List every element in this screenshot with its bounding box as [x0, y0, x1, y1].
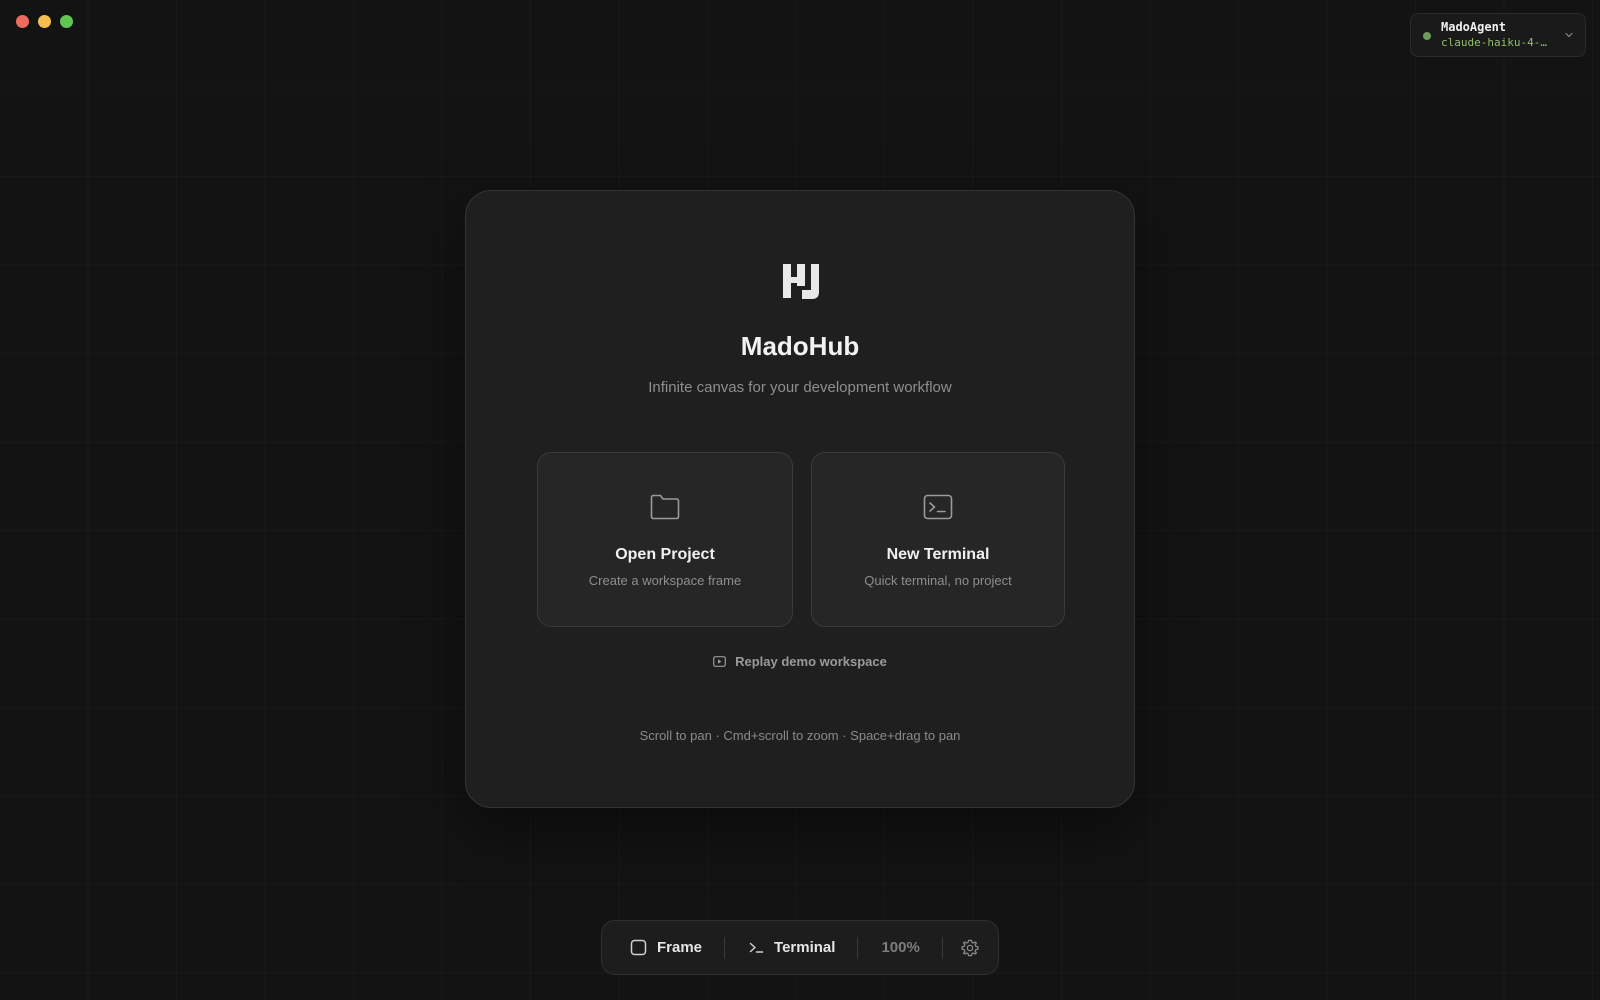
toolbar-divider: [724, 936, 726, 959]
app-title: MadoHub: [740, 331, 860, 361]
terminal-label: Terminal: [774, 939, 836, 956]
agent-selector[interactable]: MadoAgent claude-haiku-4-…: [1410, 13, 1586, 57]
frame-icon: [630, 939, 647, 956]
app-subtitle: Infinite canvas for your development wor…: [648, 379, 952, 396]
agent-model: claude-haiku-4-…: [1441, 35, 1547, 49]
gear-icon[interactable]: [960, 938, 980, 958]
replay-demo-label: Replay demo workspace: [735, 654, 887, 669]
terminal-button[interactable]: Terminal: [749, 939, 835, 956]
welcome-card: MadoHub Infinite canvas for your develop…: [465, 190, 1135, 808]
new-terminal-description: Quick terminal, no project: [864, 573, 1012, 588]
new-terminal-button[interactable]: New Terminal Quick terminal, no project: [811, 452, 1065, 627]
chevron-down-icon: [1565, 32, 1573, 38]
frame-button[interactable]: Frame: [630, 939, 702, 956]
replay-demo-link[interactable]: Replay demo workspace: [466, 654, 1134, 669]
bottom-toolbar: Frame Terminal 100%: [601, 920, 999, 975]
new-terminal-title: New Terminal: [886, 546, 990, 563]
agent-status-dot: [1423, 32, 1431, 40]
open-project-button[interactable]: Open Project Create a workspace frame: [537, 452, 793, 627]
frame-label: Frame: [657, 939, 703, 956]
close-window-button[interactable]: [16, 15, 29, 28]
madohub-logo-icon: [783, 264, 819, 299]
open-project-title: Open Project: [615, 546, 715, 563]
terminal-prompt-icon: [749, 942, 764, 953]
terminal-icon: [923, 494, 953, 520]
zoom-level[interactable]: 100%: [881, 939, 919, 956]
open-project-description: Create a workspace frame: [588, 573, 742, 588]
play-icon: [713, 656, 727, 667]
navigation-hint: Scroll to pan · Cmd+scroll to zoom · Spa…: [639, 728, 961, 743]
folder-icon: [650, 494, 680, 520]
maximize-window-button[interactable]: [60, 15, 73, 28]
window-controls: [16, 15, 73, 28]
minimize-window-button[interactable]: [38, 15, 51, 28]
agent-name: MadoAgent: [1441, 19, 1507, 34]
toolbar-divider: [941, 936, 943, 959]
app-window: MadoAgent claude-haiku-4-… MadoHub Infin…: [0, 0, 1600, 1000]
toolbar-divider: [857, 936, 859, 959]
agent-info: MadoAgent claude-haiku-4-…: [1441, 20, 1557, 51]
